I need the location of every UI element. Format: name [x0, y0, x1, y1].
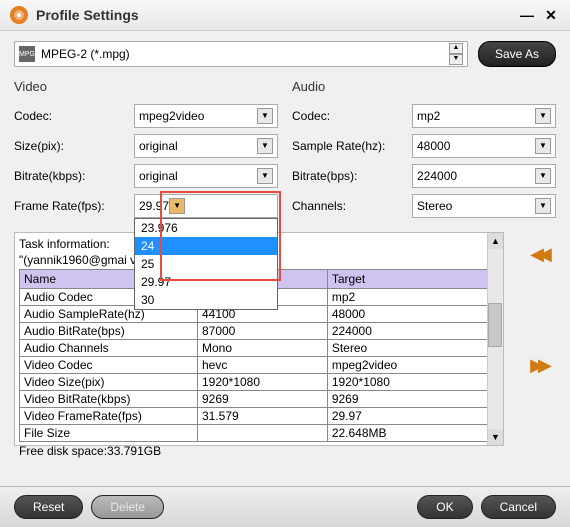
minimize-button[interactable]: — [518, 7, 536, 23]
table-cell [197, 425, 327, 442]
table-cell: 9269 [327, 391, 500, 408]
table-cell: Video FrameRate(fps) [20, 408, 198, 425]
video-bitrate-select[interactable]: original▼ [134, 164, 278, 188]
chevron-down-icon[interactable]: ▼ [257, 168, 273, 184]
audio-section-title: Audio [292, 79, 556, 94]
table-row: Audio ChannelsMonoStereo [20, 340, 501, 357]
framerate-dropdown-list: 23.976242529.9730 [134, 218, 278, 310]
video-size-select[interactable]: original▼ [134, 134, 278, 158]
framerate-option[interactable]: 24 [135, 237, 277, 255]
table-cell: 29.97 [327, 408, 500, 425]
table-cell: Mono [197, 340, 327, 357]
chevron-down-icon[interactable]: ▼ [169, 198, 185, 214]
table-cell: Video BitRate(kbps) [20, 391, 198, 408]
profile-up-button[interactable]: ▲ [449, 43, 463, 54]
audio-bitrate-label: Bitrate(bps): [292, 169, 412, 183]
video-codec-select[interactable]: mpeg2video▼ [134, 104, 278, 128]
table-cell: 48000 [327, 306, 500, 323]
framerate-option[interactable]: 30 [135, 291, 277, 309]
table-row: File Size 22.648MB [20, 425, 501, 442]
video-size-label: Size(pix): [14, 139, 134, 153]
chevron-down-icon[interactable]: ▼ [535, 198, 551, 214]
profile-select[interactable]: MPG MPEG-2 (*.mpg) ▲ ▼ [14, 41, 468, 67]
table-cell: 1920*1080 [197, 374, 327, 391]
table-cell: mpeg2video [327, 357, 500, 374]
table-cell: 1920*1080 [327, 374, 500, 391]
chevron-down-icon[interactable]: ▼ [257, 138, 273, 154]
profile-value: MPEG-2 (*.mpg) [41, 47, 449, 61]
chevron-down-icon[interactable]: ▼ [257, 108, 273, 124]
table-cell: Video Codec [20, 357, 198, 374]
video-section-title: Video [14, 79, 278, 94]
table-row: Audio BitRate(bps)87000224000 [20, 323, 501, 340]
next-task-button[interactable]: ▶▶ [525, 353, 551, 379]
audio-codec-label: Codec: [292, 109, 412, 123]
free-disk-label: Free disk space:33.791GB [19, 442, 501, 458]
table-cell: Audio Channels [20, 340, 198, 357]
video-codec-label: Codec: [14, 109, 134, 123]
app-icon [10, 6, 28, 24]
bottom-bar: Reset Delete OK Cancel [0, 486, 570, 527]
save-as-button[interactable]: Save As [478, 41, 556, 67]
audio-channels-label: Channels: [292, 199, 412, 213]
table-row: Video Size(pix)1920*10801920*1080 [20, 374, 501, 391]
framerate-option[interactable]: 29.97 [135, 273, 277, 291]
vertical-scrollbar[interactable]: ▲ ▼ [487, 233, 503, 445]
chevron-down-icon[interactable]: ▼ [535, 168, 551, 184]
cancel-button[interactable]: Cancel [481, 495, 556, 519]
ok-button[interactable]: OK [417, 495, 472, 519]
table-row: Video FrameRate(fps)31.57929.97 [20, 408, 501, 425]
table-cell: 87000 [197, 323, 327, 340]
chevron-down-icon[interactable]: ▼ [535, 108, 551, 124]
table-header: Target [327, 270, 500, 289]
table-row: Video BitRate(kbps)92699269 [20, 391, 501, 408]
video-framerate-label: Frame Rate(fps): [14, 199, 134, 213]
audio-samplerate-label: Sample Rate(hz): [292, 139, 412, 153]
video-bitrate-label: Bitrate(kbps): [14, 169, 134, 183]
table-cell: 31.579 [197, 408, 327, 425]
delete-button[interactable]: Delete [91, 495, 164, 519]
framerate-option[interactable]: 23.976 [135, 219, 277, 237]
format-icon: MPG [19, 46, 35, 62]
prev-task-button[interactable]: ◀◀ [525, 242, 551, 268]
table-cell: Audio BitRate(bps) [20, 323, 198, 340]
framerate-option[interactable]: 25 [135, 255, 277, 273]
close-button[interactable]: ✕ [542, 7, 560, 24]
table-cell: 224000 [327, 323, 500, 340]
table-cell: Video Size(pix) [20, 374, 198, 391]
table-cell: mp2 [327, 289, 500, 306]
profile-down-button[interactable]: ▼ [449, 54, 463, 65]
window-title: Profile Settings [36, 7, 512, 23]
table-row: Video Codechevcmpeg2video [20, 357, 501, 374]
table-cell: 9269 [197, 391, 327, 408]
audio-channels-select[interactable]: Stereo▼ [412, 194, 556, 218]
video-framerate-select[interactable]: 29.97 ▼ [134, 194, 278, 218]
scroll-down-button[interactable]: ▼ [488, 429, 503, 445]
audio-bitrate-select[interactable]: 224000▼ [412, 164, 556, 188]
audio-samplerate-select[interactable]: 48000▼ [412, 134, 556, 158]
titlebar: Profile Settings — ✕ [0, 0, 570, 31]
scroll-up-button[interactable]: ▲ [488, 233, 503, 249]
table-cell: Stereo [327, 340, 500, 357]
table-cell: hevc [197, 357, 327, 374]
reset-button[interactable]: Reset [14, 495, 83, 519]
table-cell: File Size [20, 425, 198, 442]
audio-codec-select[interactable]: mp2▼ [412, 104, 556, 128]
scroll-thumb[interactable] [488, 303, 502, 347]
table-cell: 22.648MB [327, 425, 500, 442]
chevron-down-icon[interactable]: ▼ [535, 138, 551, 154]
